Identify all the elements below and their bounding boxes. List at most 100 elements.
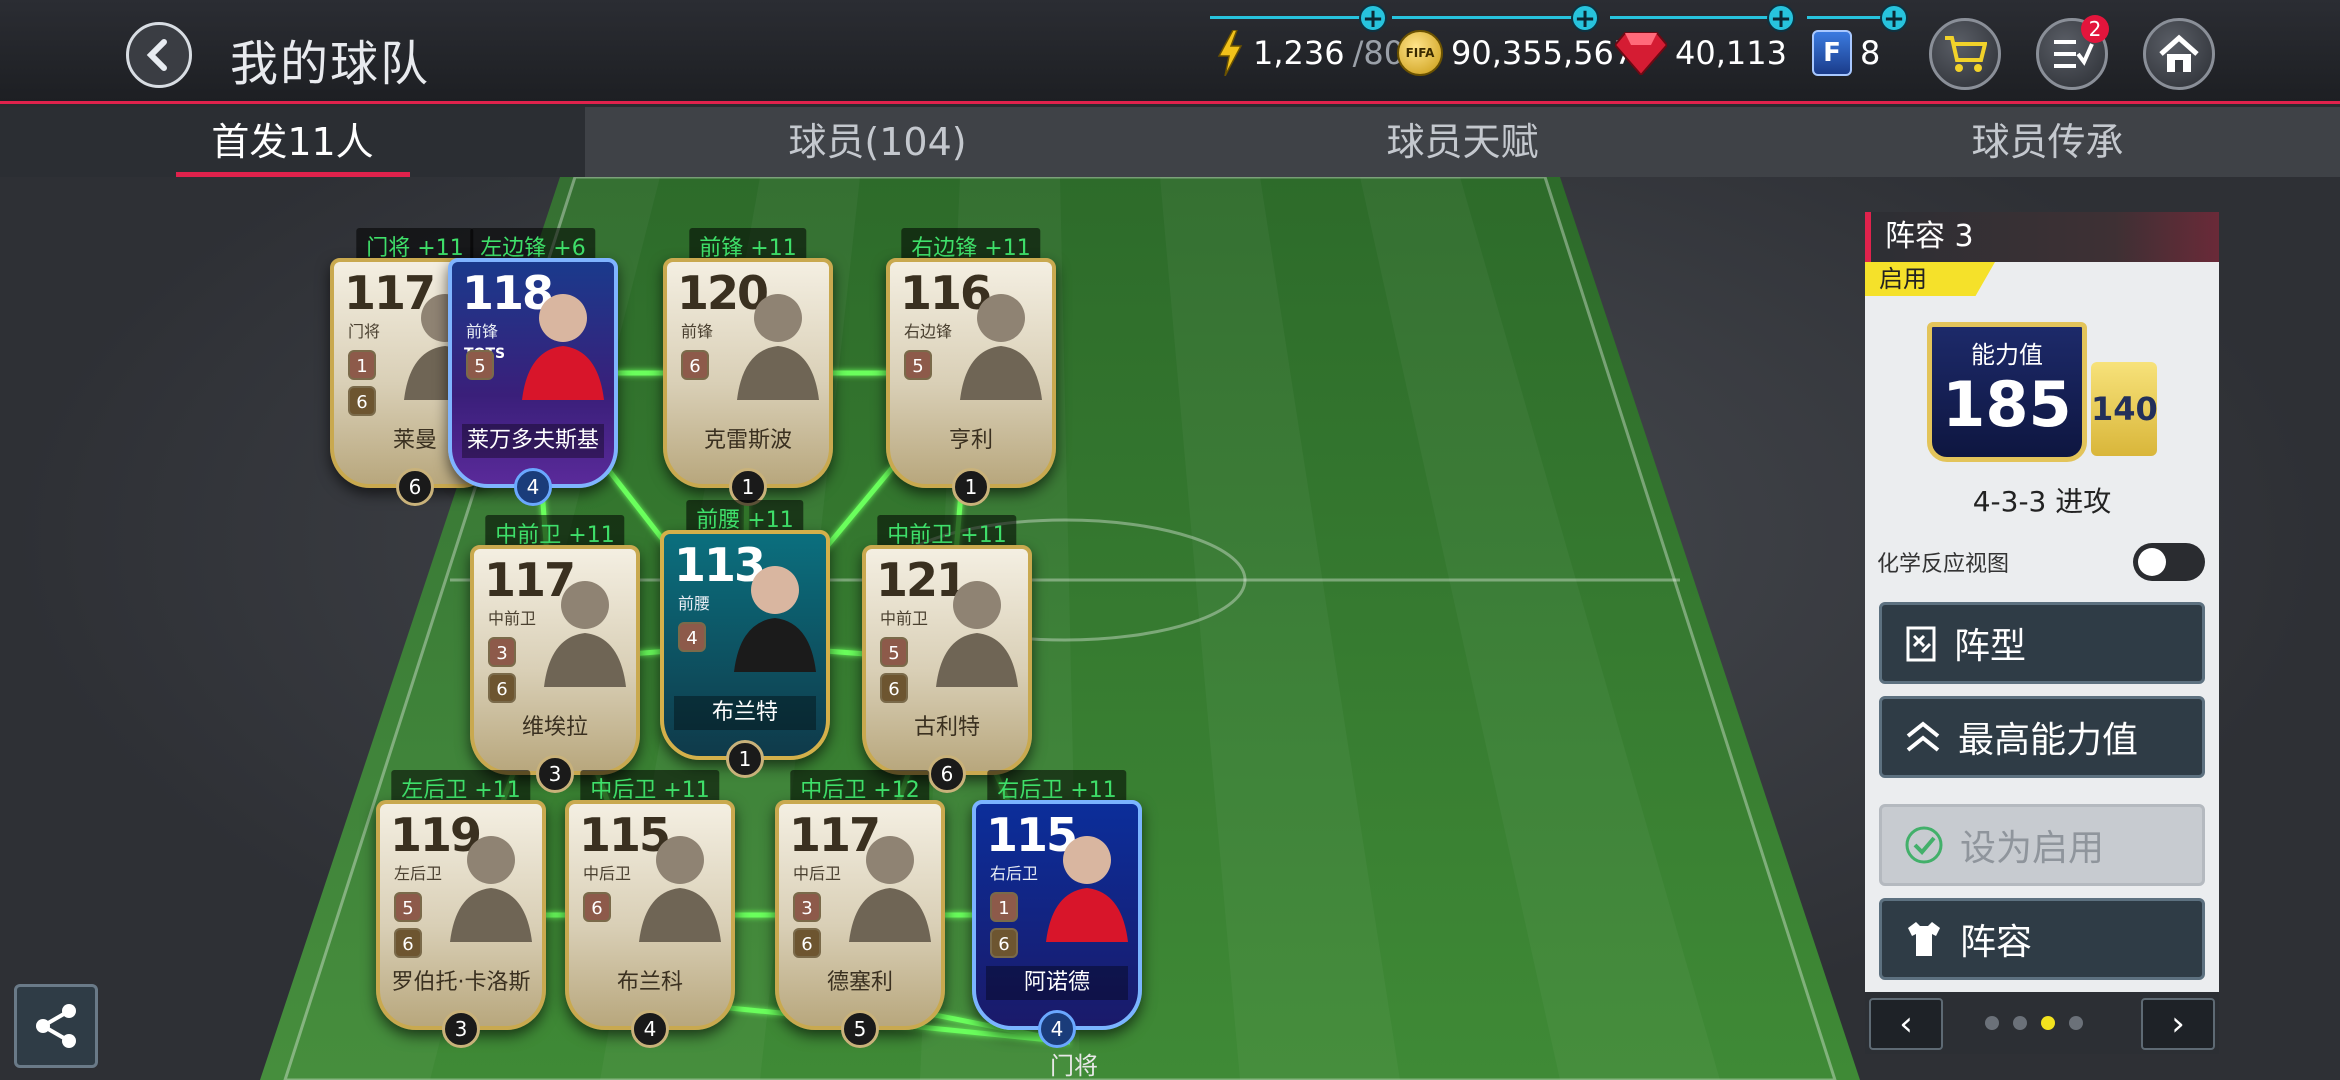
chip-secondary: 6: [880, 673, 908, 703]
player-card[interactable]: 前锋 +11 120 前锋 6 克雷斯波 1: [663, 228, 833, 506]
max-power-button[interactable]: 最高能力值: [1879, 696, 2205, 778]
store-button[interactable]: [1929, 18, 2001, 90]
next-lineup-button[interactable]: ›: [2141, 998, 2215, 1050]
player-card[interactable]: 中后卫 +11 115 中后卫 6 布兰科 4: [565, 770, 735, 1048]
formation-button[interactable]: 阵型: [1879, 602, 2205, 684]
player-portrait: [522, 294, 604, 400]
team-power-badge: 能力值 185: [1927, 322, 2087, 462]
fifa-coin-icon: FIFA: [1397, 30, 1443, 76]
chip-primary: 5: [466, 350, 494, 380]
player-name: 克雷斯波: [703, 428, 792, 453]
share-button[interactable]: [14, 984, 98, 1068]
fifa-points-icon: F: [1812, 30, 1852, 76]
player-level: 3: [536, 755, 574, 793]
chip-primary: 1: [348, 350, 376, 380]
gem-icon: [1615, 32, 1667, 75]
chemistry-view-row: 化学反应视图: [1877, 542, 2205, 582]
player-portrait: [450, 836, 532, 942]
card-body: 119 左后卫 5 6 罗伯托·卡洛斯: [376, 800, 546, 1030]
tab-bar: 首发11人 球员(104) 球员天赋 球员传承: [0, 107, 2340, 177]
player-position: 中后卫: [793, 864, 842, 883]
formation-label: 4-3-3 进攻: [1972, 485, 2112, 518]
lineup-panel: 阵容 3 启用 能力值 185 140 4-3-3 进攻 化学反应视图 阵型 最…: [1865, 212, 2219, 1054]
chip-primary: 4: [678, 622, 706, 652]
add-energy-button[interactable]: +: [1359, 4, 1387, 32]
chip-secondary: 6: [990, 928, 1018, 958]
tab-player-legacy[interactable]: 球员传承: [1755, 107, 2340, 177]
page-dot: [2041, 1016, 2055, 1030]
player-card[interactable]: 右边锋 +11 116 右边锋 5 亨利 1: [886, 228, 1056, 506]
home-button[interactable]: [2143, 18, 2215, 90]
chip-primary: 5: [904, 350, 932, 380]
player-level: 4: [514, 468, 552, 506]
tasks-badge: 2: [2081, 15, 2109, 43]
player-portrait: [849, 836, 931, 942]
lineup-title: 阵容 3: [1865, 212, 2219, 262]
player-card[interactable]: 右后卫 +11 115 右后卫 1 6 阿诺德 4: [972, 770, 1142, 1048]
fifa-points-letter: F: [1823, 38, 1841, 68]
player-portrait: [737, 294, 819, 400]
set-enabled-button[interactable]: 设为启用: [1879, 804, 2205, 886]
player-card[interactable]: 中前卫 +11 121 中前卫 5 6 古利特 6: [862, 515, 1032, 793]
tab-player-talents[interactable]: 球员天赋: [1170, 107, 1755, 177]
field-bottom-label: 门将: [1050, 1052, 1098, 1080]
prev-lineup-button[interactable]: ‹: [1869, 998, 1943, 1050]
player-position: 右边锋: [904, 322, 953, 341]
player-name: 古利特: [913, 715, 980, 740]
player-position: 中前卫: [488, 609, 537, 628]
player-card[interactable]: 前腰 +11 113 前腰 4 布兰特 1: [660, 500, 830, 778]
player-name: 布兰科: [616, 970, 683, 995]
power-label: 能力值: [1971, 341, 2043, 369]
jersey-icon: [1908, 922, 1940, 956]
clipboard-icon: [1906, 626, 1936, 662]
player-portrait: [1046, 836, 1128, 942]
player-card[interactable]: 左后卫 +11 119 左后卫 5 6 罗伯托·卡洛斯 3: [376, 770, 546, 1048]
set-enabled-button-label: 设为启用: [1960, 828, 2105, 869]
player-level: 1: [952, 468, 990, 506]
card-body: 115 中后卫 6 布兰科: [565, 800, 735, 1030]
player-portrait: [936, 581, 1018, 687]
chip-primary: 6: [681, 350, 709, 380]
tasks-button[interactable]: 2: [2036, 15, 2109, 90]
player-position: 前锋: [681, 322, 714, 341]
chip-primary: 5: [880, 637, 908, 667]
sub-power-badge: 140: [2091, 362, 2158, 456]
player-card[interactable]: 中前卫 +11 117 中前卫 3 6 维埃拉 3: [470, 515, 640, 793]
card-body: 117 中前卫 3 6 维埃拉: [470, 545, 640, 775]
player-name: 维埃拉: [521, 715, 588, 740]
player-portrait: [960, 294, 1042, 400]
chip-secondary: 6: [793, 928, 821, 958]
player-position: 右后卫: [990, 864, 1039, 883]
player-portrait: [639, 836, 721, 942]
player-position: 前锋: [466, 322, 499, 341]
lightning-icon: [1217, 30, 1243, 76]
lineup-button-label: 阵容: [1960, 922, 2033, 963]
player-card[interactable]: 左边锋 +6118前锋TOTS5莱万多夫斯基4: [448, 228, 618, 506]
lineup-pager: ‹ ›: [1865, 992, 2219, 1054]
player-card[interactable]: 中后卫 +12 117 中后卫 3 6 德塞利 5: [775, 770, 945, 1048]
chemistry-view-label: 化学反应视图: [1877, 552, 2010, 577]
top-bar: 我的球队 + 1,236/80 + FIFA 90,355,567 + 40,1…: [0, 0, 2340, 104]
player-level: 1: [726, 740, 764, 778]
add-coins-button[interactable]: +: [1571, 4, 1599, 32]
page-title: 我的球队: [230, 36, 431, 92]
player-level: 4: [631, 1010, 669, 1048]
card-body: 120 前锋 6 克雷斯波: [663, 258, 833, 488]
player-position: 前腰: [678, 594, 711, 613]
card-body: 116 右边锋 5 亨利: [886, 258, 1056, 488]
lineup-button[interactable]: 阵容: [1879, 898, 2205, 980]
card-body: 113 前腰 4 布兰特: [660, 530, 830, 760]
player-position: 门将: [348, 322, 381, 341]
player-level: 4: [1038, 1010, 1076, 1048]
chip-primary: 3: [793, 892, 821, 922]
back-button[interactable]: [126, 22, 192, 88]
tab-players[interactable]: 球员(104): [585, 107, 1170, 177]
card-body: 117 中后卫 3 6 德塞利: [775, 800, 945, 1030]
player-name: 布兰特: [674, 696, 816, 730]
chip-secondary: 6: [394, 928, 422, 958]
chemistry-view-toggle[interactable]: [2133, 543, 2205, 581]
add-fifa-points-button[interactable]: +: [1880, 4, 1908, 32]
coins-value: 90,355,567: [1451, 34, 1635, 72]
tab-starting-eleven[interactable]: 首发11人: [0, 107, 585, 177]
add-gems-button[interactable]: +: [1767, 4, 1795, 32]
